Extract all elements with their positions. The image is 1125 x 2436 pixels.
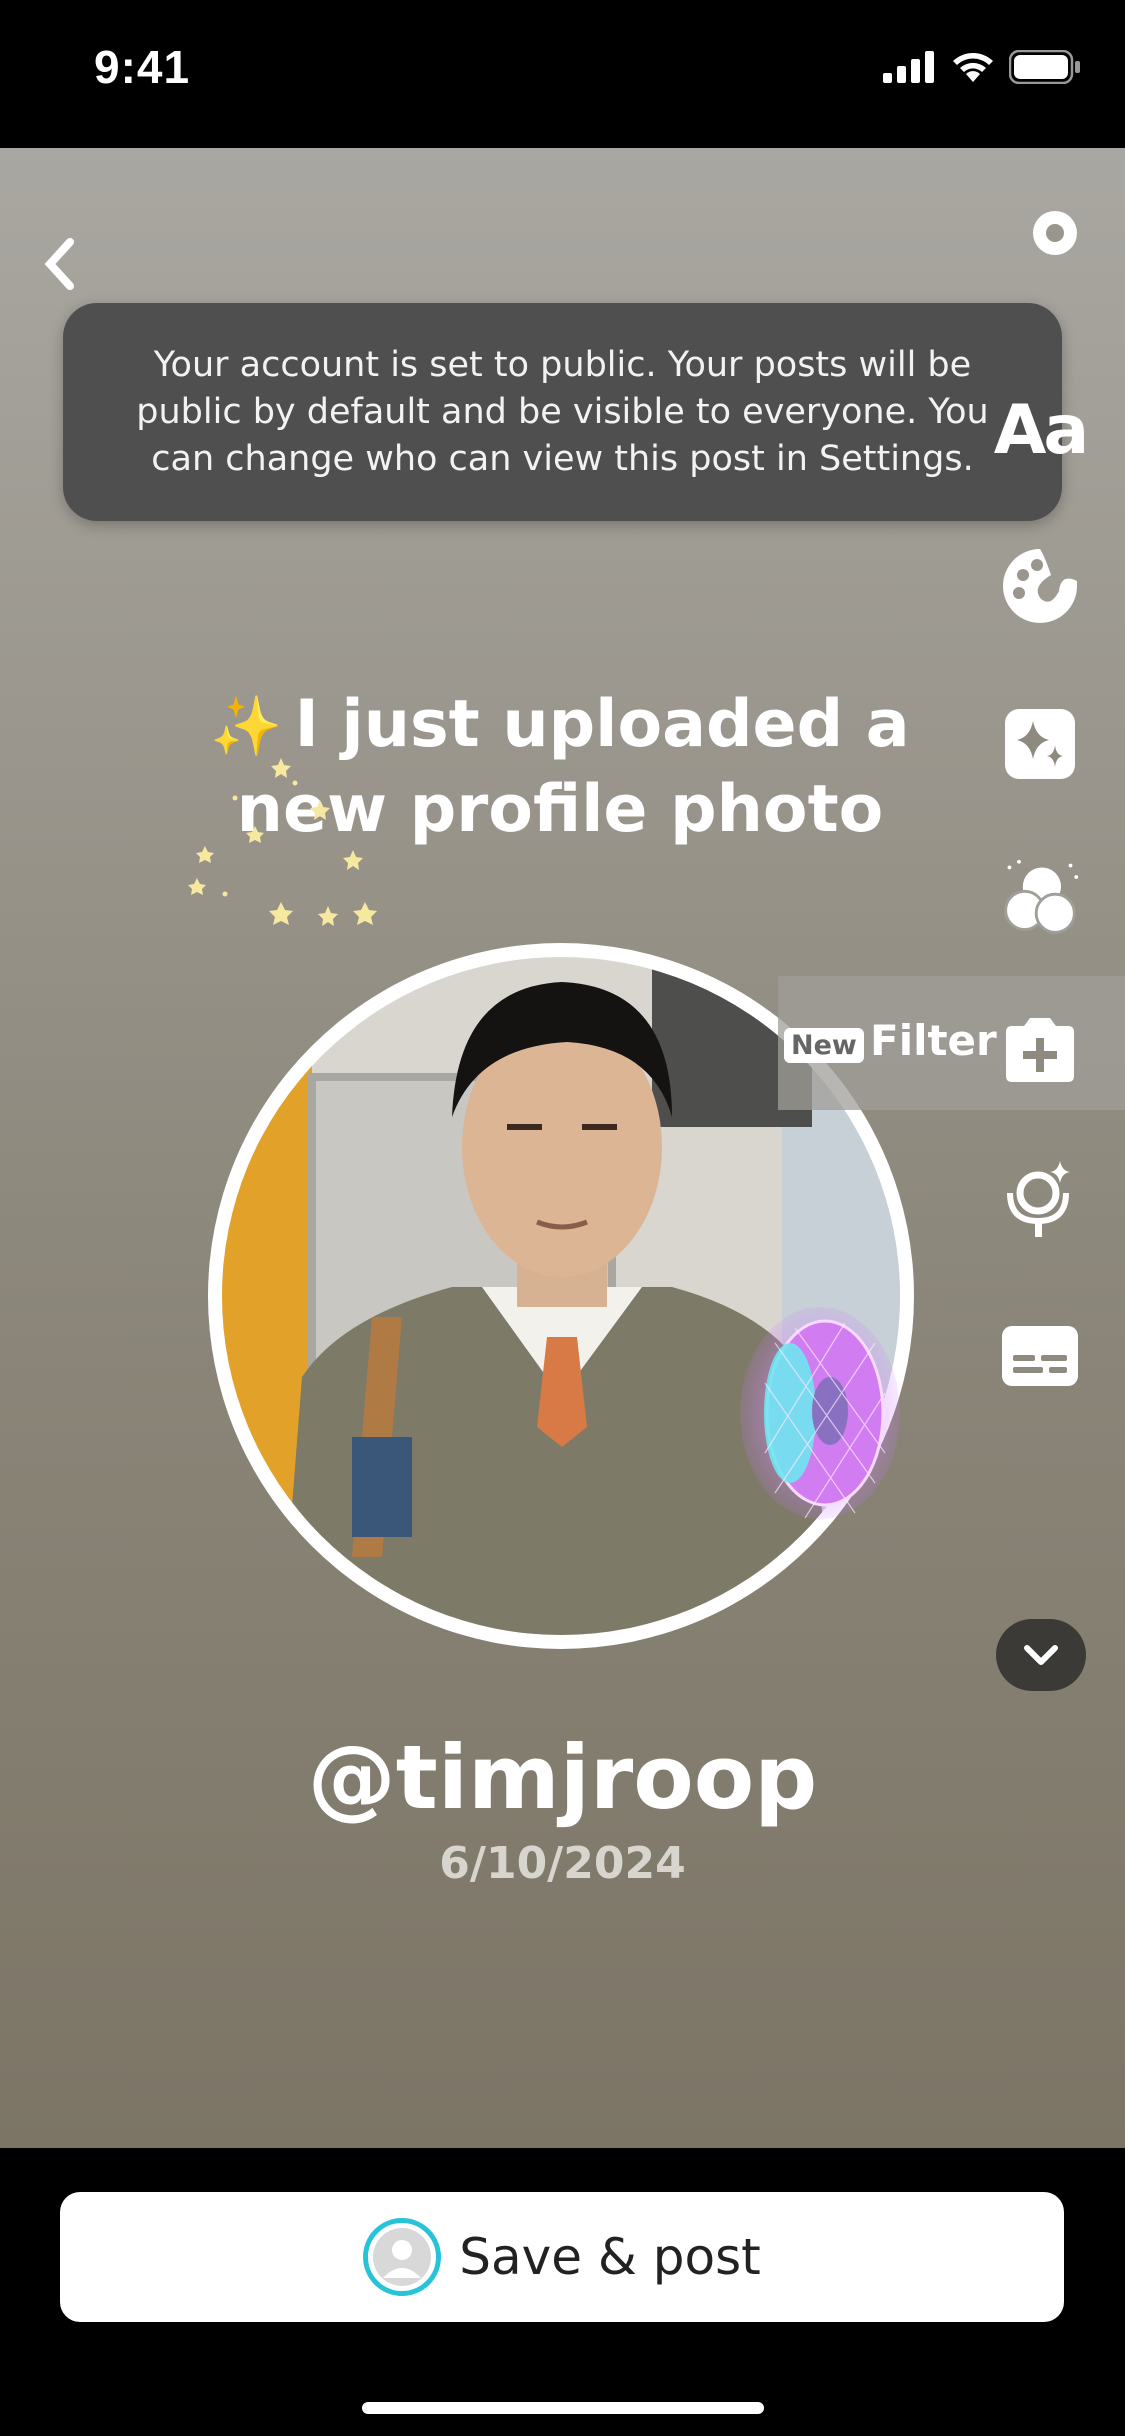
date-label: 6/10/2024	[439, 1838, 686, 1889]
chevron-left-icon	[44, 238, 74, 290]
camera-plus-icon	[1006, 1018, 1074, 1082]
sparkles-icon: ✨	[210, 692, 283, 760]
status-bar: 9:41	[0, 0, 1125, 148]
donut-sticker[interactable]	[735, 1303, 905, 1523]
sticker-icon	[1003, 549, 1077, 623]
captions-icon	[1002, 1326, 1078, 1386]
star-sparkles-decoration	[188, 758, 377, 926]
filter-circles-icon	[1004, 859, 1079, 934]
filter-tool-button[interactable]	[998, 856, 1082, 940]
sparkle-effects-icon	[1005, 709, 1075, 779]
username-label: @timjroop	[307, 1726, 818, 1829]
effects-tool-button[interactable]	[998, 702, 1082, 786]
voice-effects-button[interactable]	[998, 1158, 1082, 1242]
signal-icon	[883, 51, 934, 83]
battery-icon	[1009, 50, 1080, 84]
tooltip-text: Your account is set to public. Your post…	[136, 344, 989, 479]
home-indicator[interactable]	[362, 2402, 764, 2414]
settings-button[interactable]	[1020, 198, 1090, 268]
text-tool-button[interactable]: Aa	[994, 388, 1090, 472]
chevron-down-icon	[1024, 1645, 1058, 1665]
more-tools-button[interactable]	[996, 1619, 1086, 1691]
save-and-post-button[interactable]: Save & post	[60, 2192, 1064, 2322]
captions-button[interactable]	[998, 1314, 1082, 1398]
user-silhouette-icon	[373, 2228, 432, 2286]
filter-label[interactable]: Filter	[870, 1016, 997, 1065]
stickers-tool-button[interactable]	[998, 544, 1082, 628]
microphone-sparkle-icon	[1007, 1161, 1070, 1237]
wifi-icon	[953, 53, 993, 82]
status-time: 9:41	[94, 41, 191, 93]
text-tool-label: Aa	[993, 390, 1090, 470]
story-canvas: Your account is set to public. Your post…	[0, 148, 1125, 2148]
bottom-bar: Save & post	[0, 2148, 1125, 2436]
new-badge: New	[784, 1028, 864, 1063]
avatar	[363, 2218, 442, 2296]
back-button[interactable]	[40, 234, 90, 304]
gear-icon	[1033, 211, 1077, 255]
status-icons	[883, 50, 1081, 84]
save-and-post-label: Save & post	[459, 2228, 761, 2286]
privacy-tooltip[interactable]: Your account is set to public. Your post…	[63, 303, 1062, 521]
add-media-button[interactable]	[998, 1008, 1082, 1092]
